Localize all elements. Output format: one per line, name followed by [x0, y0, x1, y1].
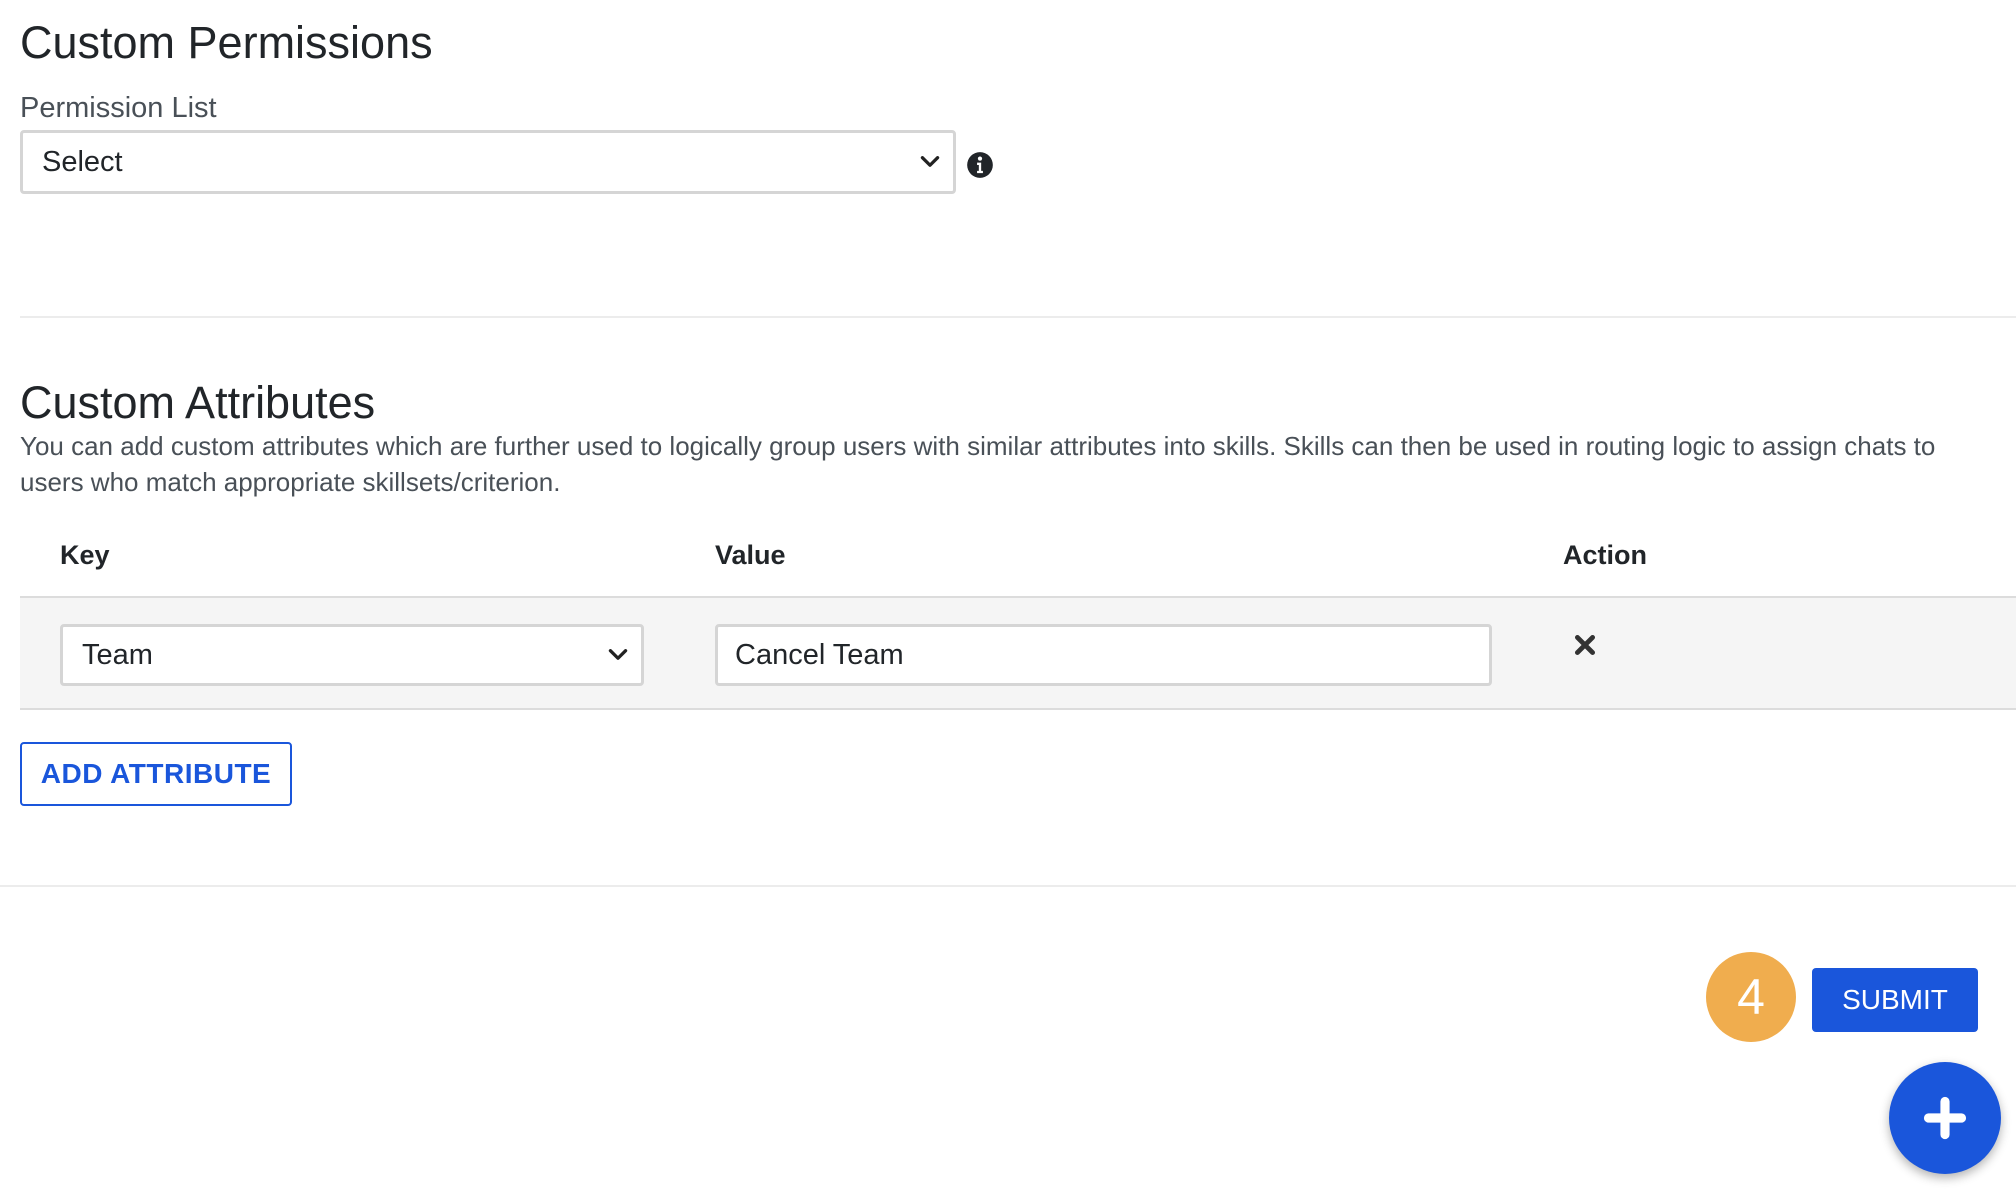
footer-divider: [0, 885, 2016, 887]
table-row: Team: [20, 596, 2016, 710]
step-badge: 4: [1706, 952, 1796, 1042]
column-header-key: Key: [60, 540, 110, 570]
info-circle-icon[interactable]: [966, 151, 994, 179]
submit-button[interactable]: SUBMIT: [1812, 968, 1978, 1032]
custom-attributes-description: You can add custom attributes which are …: [20, 431, 1936, 497]
column-header-value: Value: [715, 540, 786, 570]
attribute-value-input[interactable]: [715, 624, 1492, 686]
permission-list-label: Permission List: [20, 92, 217, 124]
close-icon[interactable]: [1572, 632, 1598, 658]
add-fab-button[interactable]: [1889, 1062, 2001, 1174]
column-header-action: Action: [1563, 540, 1647, 570]
attribute-key-select[interactable]: Team: [60, 624, 644, 686]
chevron-down-icon: [920, 156, 940, 167]
custom-permissions-title: Custom Permissions: [20, 17, 433, 68]
permission-list-selected-value: Select: [42, 145, 123, 178]
section-divider: [20, 316, 2016, 318]
custom-attributes-title: Custom Attributes: [20, 377, 376, 428]
plus-icon: [1923, 1096, 1967, 1140]
attribute-key-selected-value: Team: [82, 638, 153, 671]
page: Custom Permissions Permission List Selec…: [0, 0, 2016, 1196]
add-attribute-button[interactable]: ADD ATTRIBUTE: [20, 742, 292, 806]
permission-list-select[interactable]: Select: [20, 130, 956, 194]
chevron-down-icon: [608, 649, 628, 660]
